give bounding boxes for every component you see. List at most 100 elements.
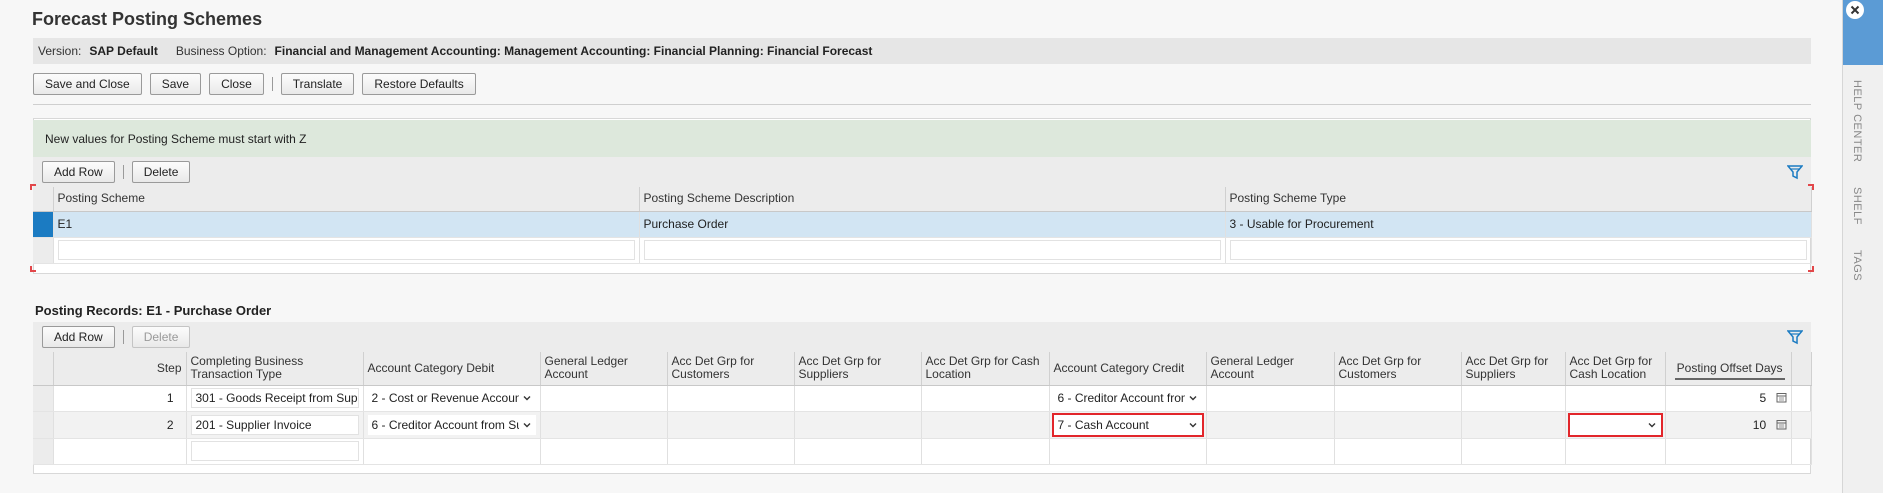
toolbar-separator [271,77,273,91]
description-cell[interactable]: Purchase Order [639,211,1226,238]
row-selector[interactable] [33,237,54,264]
save-and-close-button[interactable]: Save and Close [33,73,142,95]
acc-cat-debit-cell[interactable]: 6 - Creditor Account from Supplier [363,411,541,439]
empty-cell[interactable] [794,438,922,465]
table-row[interactable]: 2 201 - Supplier Invoice 6 - Creditor Ac… [33,411,1812,439]
acc-cat-debit-dropdown[interactable]: 6 - Creditor Account from Supplier [367,414,536,435]
adg-suppliers-debit-cell[interactable] [794,411,922,439]
page-title: Forecast Posting Schemes [32,9,263,29]
column-header-adg-customers-credit[interactable]: Acc Det Grp for Customers [1334,352,1462,386]
step-cell[interactable]: 1 [53,385,187,412]
empty-cell[interactable] [363,438,541,465]
records-toolbar: Add Row Delete [33,322,1811,352]
step-cell[interactable]: 2 [53,411,187,439]
completing-type-cell[interactable]: 201 - Supplier Invoice [186,411,364,439]
acc-cat-credit-cell[interactable]: 7 - Cash Account [1049,411,1207,439]
completing-type-cell[interactable]: 301 - Goods Receipt from Supplier [186,385,364,412]
empty-cell[interactable] [186,438,364,465]
records-add-row-button[interactable]: Add Row [42,326,115,348]
adg-cash-credit-cell[interactable] [1565,411,1666,439]
close-panel-button[interactable] [1846,1,1864,19]
column-header-adg-suppliers-credit[interactable]: Acc Det Grp for Suppliers [1461,352,1566,386]
adg-cash-credit-cell[interactable] [1565,385,1666,412]
column-header-scheme-type[interactable]: Posting Scheme Type [1225,187,1812,212]
column-header-acc-cat-debit[interactable]: Account Category Debit [363,352,541,386]
column-header-acc-cat-credit[interactable]: Account Category Credit [1049,352,1207,386]
table-row-empty[interactable] [33,237,1812,264]
adg-customers-debit-cell[interactable] [667,385,795,412]
empty-cell[interactable] [1206,438,1335,465]
calendar-icon[interactable] [1776,419,1787,430]
acc-cat-credit-dropdown-highlighted[interactable]: 7 - Cash Account [1051,412,1204,437]
close-button[interactable]: Close [209,73,264,95]
scheme-type-cell[interactable]: 3 - Usable for Procurement [1225,211,1812,238]
adg-suppliers-credit-cell[interactable] [1461,411,1566,439]
sidebar-tab-shelf[interactable]: SHELF [1851,187,1863,225]
offset-days-cell[interactable]: 5 [1665,385,1792,412]
empty-cell[interactable] [540,438,668,465]
schemes-add-row-button[interactable]: Add Row [42,161,115,183]
column-header-offset-days[interactable]: Posting Offset Days [1665,352,1792,386]
row-selector[interactable] [33,211,54,238]
column-header-completing-type[interactable]: Completing Business Transaction Type [186,352,364,386]
adg-customers-debit-cell[interactable] [667,411,795,439]
empty-cell[interactable] [667,438,795,465]
table-row-empty[interactable] [33,438,1812,465]
schemes-toolbar-separator [122,165,124,179]
column-header-posting-scheme[interactable]: Posting Scheme [53,187,640,212]
row-selector-header [33,352,54,386]
adg-cash-credit-dropdown-highlighted[interactable] [1567,412,1663,437]
offset-days-cell[interactable]: 10 [1665,411,1792,439]
schemes-delete-button[interactable]: Delete [131,161,191,183]
translate-button[interactable]: Translate [280,73,355,95]
records-delete-button[interactable]: Delete [131,326,191,348]
empty-cell[interactable] [53,438,187,465]
row-selector[interactable] [33,411,54,439]
acc-cat-debit-cell[interactable]: 2 - Cost or Revenue Account [363,385,541,412]
column-header-gl-credit[interactable]: General Ledger Account [1206,352,1335,386]
gl-debit-cell[interactable] [540,385,668,412]
adg-customers-credit-cell[interactable] [1334,411,1462,439]
posting-scheme-cell[interactable]: E1 [53,211,640,238]
save-button[interactable]: Save [149,73,202,95]
row-selector[interactable] [33,438,54,465]
calendar-icon[interactable] [1776,392,1787,403]
column-header-adg-cash-credit[interactable]: Acc Det Grp for Cash Location [1565,352,1666,386]
table-row[interactable]: 1 301 - Goods Receipt from Supplier 2 - … [33,385,1812,412]
gl-credit-cell[interactable] [1206,385,1335,412]
sidebar-tab-tags[interactable]: TAGS [1851,250,1863,281]
empty-cell[interactable] [1225,237,1812,264]
column-header-adg-suppliers-debit[interactable]: Acc Det Grp for Suppliers [794,352,922,386]
empty-cell[interactable] [921,438,1050,465]
spacer-cell [1791,411,1812,439]
column-header-adg-cash-debit[interactable]: Acc Det Grp for Cash Location [921,352,1050,386]
empty-cell[interactable] [53,237,640,264]
empty-cell[interactable] [1334,438,1462,465]
acc-cat-debit-dropdown[interactable]: 2 - Cost or Revenue Account [367,388,536,408]
table-row[interactable]: E1 Purchase Order 3 - Usable for Procure… [33,211,1812,238]
adg-suppliers-debit-cell[interactable] [794,385,922,412]
filter-icon[interactable] [1787,329,1803,345]
adg-cash-debit-cell[interactable] [921,385,1050,412]
gl-credit-cell[interactable] [1206,411,1335,439]
empty-cell[interactable] [1461,438,1566,465]
acc-cat-credit-dropdown[interactable]: 6 - Creditor Account from Supplier [1053,388,1202,408]
acc-cat-credit-cell[interactable]: 6 - Creditor Account from Supplier [1049,385,1207,412]
empty-cell[interactable] [1049,438,1207,465]
column-header-description[interactable]: Posting Scheme Description [639,187,1226,212]
row-selector[interactable] [33,385,54,412]
restore-defaults-button[interactable]: Restore Defaults [362,73,476,95]
selection-corner [30,266,36,272]
gl-debit-cell[interactable] [540,411,668,439]
adg-cash-debit-cell[interactable] [921,411,1050,439]
adg-customers-credit-cell[interactable] [1334,385,1462,412]
column-header-adg-customers-debit[interactable]: Acc Det Grp for Customers [667,352,795,386]
column-header-gl-debit[interactable]: General Ledger Account [540,352,668,386]
empty-cell[interactable] [639,237,1226,264]
column-header-step[interactable]: Step [53,352,187,386]
sidebar-tab-help-center[interactable]: HELP CENTER [1851,80,1863,162]
empty-cell[interactable] [1665,438,1792,465]
filter-icon[interactable] [1787,164,1803,180]
adg-suppliers-credit-cell[interactable] [1461,385,1566,412]
empty-cell[interactable] [1565,438,1666,465]
